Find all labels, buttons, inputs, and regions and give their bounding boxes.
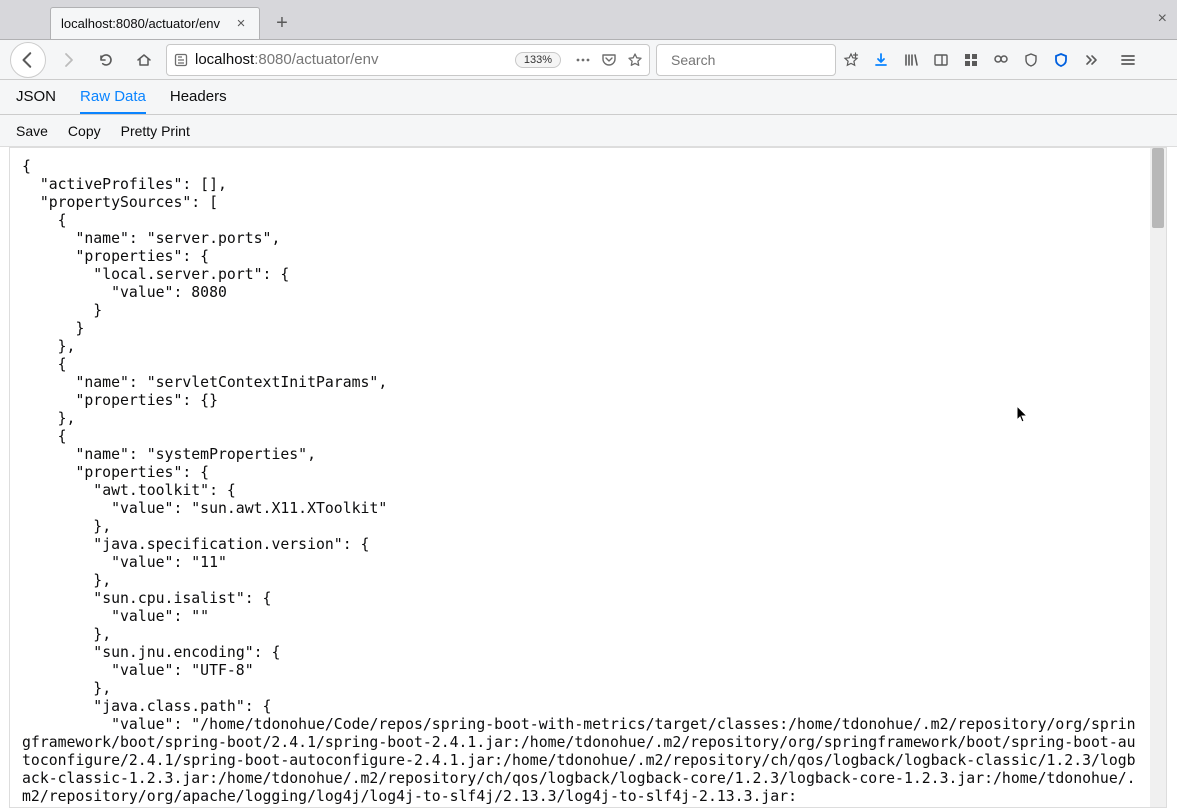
reload-icon (98, 52, 114, 68)
url-text: localhost:8080/actuator/env (195, 51, 509, 68)
browser-tab[interactable]: localhost:8080/actuator/env × (50, 7, 260, 39)
new-tab-button[interactable]: + (266, 7, 298, 39)
nav-toolbar: localhost:8080/actuator/env 133% (0, 40, 1177, 80)
extension-grid-icon[interactable] (962, 51, 980, 69)
downloads-icon[interactable] (872, 51, 890, 69)
json-viewer-tabs: JSON Raw Data Headers (0, 80, 1177, 115)
arrow-left-icon (19, 51, 37, 69)
action-save[interactable]: Save (16, 123, 48, 139)
sidebar-icon[interactable] (932, 51, 950, 69)
search-input[interactable] (671, 52, 852, 68)
toolbar-icons (842, 51, 1100, 69)
close-tab-icon[interactable]: × (233, 16, 249, 32)
json-raw-text[interactable]: { "activeProfiles": [], "propertySources… (10, 148, 1150, 807)
tab-title: localhost:8080/actuator/env (61, 16, 225, 31)
bookmark-add-icon[interactable] (842, 51, 860, 69)
reload-button[interactable] (90, 44, 122, 76)
tab-json[interactable]: JSON (16, 81, 56, 114)
pocket-icon[interactable] (601, 52, 617, 68)
action-copy[interactable]: Copy (68, 123, 101, 139)
tab-raw-data[interactable]: Raw Data (80, 81, 146, 114)
app-menu-button[interactable] (1112, 44, 1144, 76)
close-window-icon[interactable]: × (1158, 10, 1167, 28)
url-bar[interactable]: localhost:8080/actuator/env 133% (166, 44, 650, 76)
back-button[interactable] (10, 42, 46, 78)
home-button[interactable] (128, 44, 160, 76)
home-icon (136, 52, 152, 68)
extension-mask-icon[interactable] (992, 51, 1010, 69)
overflow-icon[interactable] (1082, 51, 1100, 69)
bookmark-star-icon[interactable] (627, 52, 643, 68)
json-viewer-actions: Save Copy Pretty Print (0, 115, 1177, 147)
hamburger-icon (1120, 52, 1136, 68)
tab-strip: localhost:8080/actuator/env × + × (0, 0, 1177, 40)
action-pretty-print[interactable]: Pretty Print (121, 123, 190, 139)
search-bar[interactable] (656, 44, 836, 76)
forward-button (52, 44, 84, 76)
library-icon[interactable] (902, 51, 920, 69)
account-shield-icon[interactable] (1052, 51, 1070, 69)
zoom-badge[interactable]: 133% (515, 52, 561, 68)
tab-headers[interactable]: Headers (170, 81, 227, 114)
json-scroll-region[interactable]: { "activeProfiles": [], "propertySources… (10, 148, 1150, 807)
page-info-icon[interactable] (173, 52, 189, 68)
page-actions-icon[interactable] (575, 52, 591, 68)
arrow-right-icon (60, 52, 76, 68)
json-content-pane: { "activeProfiles": [], "propertySources… (9, 147, 1167, 808)
scrollbar-thumb[interactable] (1152, 148, 1164, 228)
scrollbar-vertical[interactable] (1150, 148, 1166, 807)
protection-shield-icon[interactable] (1022, 51, 1040, 69)
